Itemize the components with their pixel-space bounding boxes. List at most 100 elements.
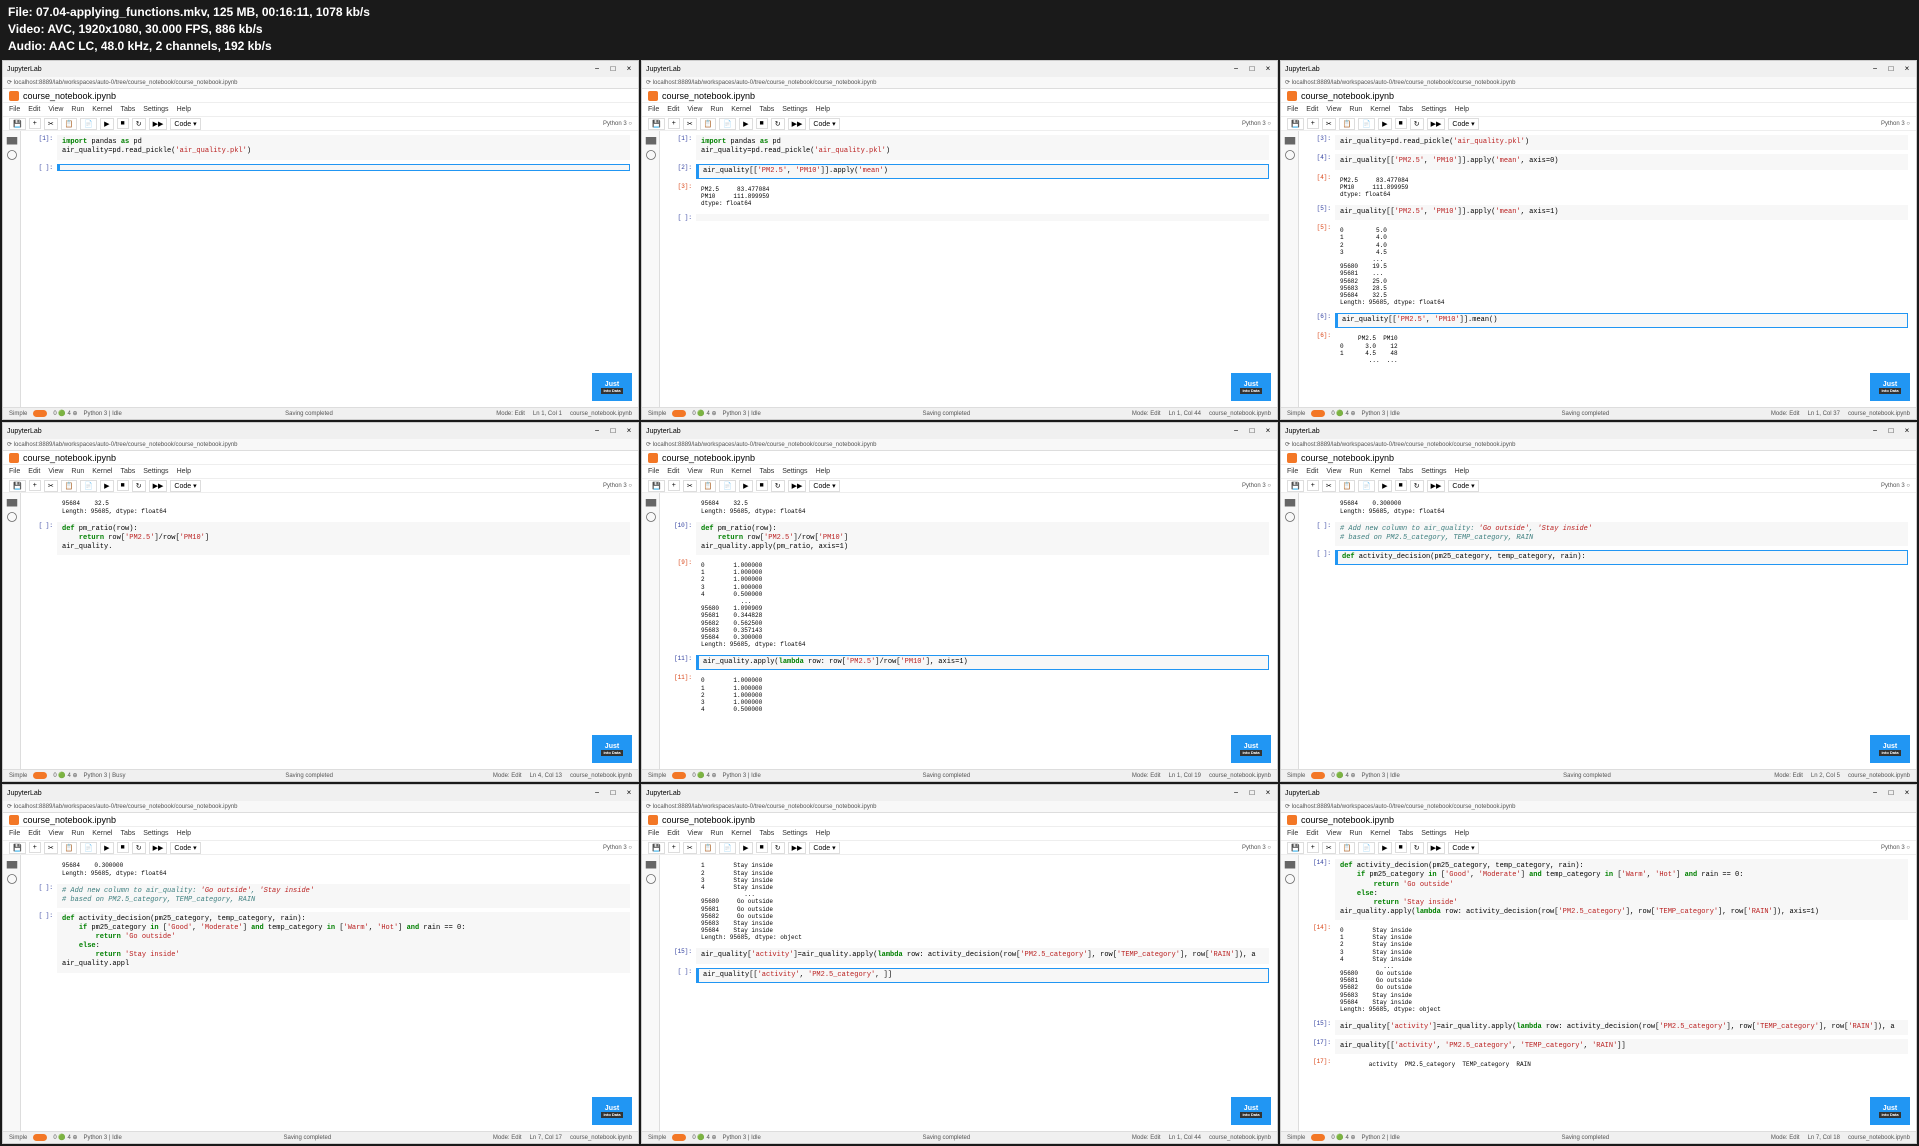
notebook-content[interactable]: [1]: import pandas as pdair_quality=pd.r… bbox=[660, 131, 1277, 407]
run-button[interactable]: ▶ bbox=[1378, 118, 1391, 130]
restart-button[interactable]: ↻ bbox=[771, 480, 785, 492]
cell-body[interactable]: air_quality['activity']=air_quality.appl… bbox=[696, 948, 1269, 963]
code-line[interactable]: return 'Stay inside' bbox=[62, 951, 625, 960]
notebook-name[interactable]: course_notebook.ipynb bbox=[662, 91, 755, 101]
code-line[interactable]: # based on PM2.5_category, TEMP_category… bbox=[62, 896, 625, 905]
menu-file[interactable]: File bbox=[9, 468, 20, 475]
cell-body[interactable]: air_quality=pd.read_pickle('air_quality.… bbox=[1335, 135, 1908, 150]
paste-button[interactable]: 📄 bbox=[719, 480, 736, 492]
cut-button[interactable]: ✂ bbox=[44, 842, 58, 854]
close-button[interactable]: × bbox=[1263, 426, 1273, 436]
folder-icon[interactable] bbox=[6, 496, 18, 508]
running-icon[interactable] bbox=[645, 149, 657, 161]
run-button[interactable]: ▶ bbox=[739, 842, 752, 854]
menu-settings[interactable]: Settings bbox=[782, 468, 807, 475]
menu-tabs[interactable]: Tabs bbox=[1398, 830, 1413, 837]
kernel-indicator[interactable]: Python 3 ○ bbox=[1242, 121, 1271, 127]
save-button[interactable]: 💾 bbox=[1287, 842, 1304, 854]
stop-button[interactable]: ■ bbox=[1395, 480, 1407, 491]
code-line[interactable]: air_quality. bbox=[62, 543, 625, 552]
code-line[interactable]: if pm25_category in ['Good', 'Moderate']… bbox=[1340, 871, 1903, 880]
close-button[interactable]: × bbox=[624, 64, 634, 74]
kernel-indicator[interactable]: Python 3 ○ bbox=[603, 483, 632, 489]
copy-button[interactable]: 📋 bbox=[700, 480, 717, 492]
cell-type-select[interactable]: Code ▾ bbox=[1448, 118, 1478, 130]
notebook-name[interactable]: course_notebook.ipynb bbox=[662, 815, 755, 825]
cell-body[interactable]: air_quality[['PM2.5', 'PM10']].apply('me… bbox=[1335, 205, 1908, 220]
menu-edit[interactable]: Edit bbox=[667, 106, 679, 113]
menu-tabs[interactable]: Tabs bbox=[120, 830, 135, 837]
paste-button[interactable]: 📄 bbox=[1358, 842, 1375, 854]
close-button[interactable]: × bbox=[1902, 788, 1912, 798]
save-button[interactable]: 💾 bbox=[648, 842, 665, 854]
restart-button[interactable]: ↻ bbox=[1410, 480, 1424, 492]
menu-help[interactable]: Help bbox=[816, 468, 830, 475]
menu-edit[interactable]: Edit bbox=[28, 106, 40, 113]
cell-body[interactable]: air_quality[['activity', 'PM2.5_category… bbox=[696, 968, 1269, 983]
save-button[interactable]: 💾 bbox=[1287, 480, 1304, 492]
menu-help[interactable]: Help bbox=[1455, 468, 1469, 475]
code-line[interactable]: return 'Stay inside' bbox=[1340, 899, 1903, 908]
menu-file[interactable]: File bbox=[1287, 468, 1298, 475]
cell-body[interactable]: air_quality['activity']=air_quality.appl… bbox=[1335, 1020, 1908, 1035]
add-cell-button[interactable]: + bbox=[668, 118, 680, 129]
menu-run[interactable]: Run bbox=[710, 106, 723, 113]
cell-type-select[interactable]: Code ▾ bbox=[809, 118, 839, 130]
copy-button[interactable]: 📋 bbox=[1339, 118, 1356, 130]
cut-button[interactable]: ✂ bbox=[1322, 118, 1336, 130]
cell-body[interactable]: import pandas as pdair_quality=pd.read_p… bbox=[57, 135, 630, 159]
run-all-button[interactable]: ▶▶ bbox=[1427, 480, 1446, 492]
address-bar[interactable]: ⟳ localhost:8889/lab/workspaces/auto-0/t… bbox=[3, 439, 638, 451]
kernel-indicator[interactable]: Python 3 ○ bbox=[1881, 121, 1910, 127]
restart-button[interactable]: ↻ bbox=[771, 118, 785, 130]
menu-tabs[interactable]: Tabs bbox=[759, 468, 774, 475]
save-button[interactable]: 💾 bbox=[1287, 118, 1304, 130]
kernel-indicator[interactable]: Python 3 ○ bbox=[603, 845, 632, 851]
menu-settings[interactable]: Settings bbox=[143, 830, 168, 837]
menu-run[interactable]: Run bbox=[1349, 468, 1362, 475]
cell-body[interactable]: air_quality[['PM2.5', 'PM10']].apply('me… bbox=[696, 164, 1269, 179]
cut-button[interactable]: ✂ bbox=[683, 118, 697, 130]
paste-button[interactable]: 📄 bbox=[1358, 118, 1375, 130]
menu-edit[interactable]: Edit bbox=[1306, 468, 1318, 475]
run-button[interactable]: ▶ bbox=[739, 480, 752, 492]
minimize-button[interactable]: − bbox=[592, 788, 602, 798]
menu-run[interactable]: Run bbox=[1349, 830, 1362, 837]
cut-button[interactable]: ✂ bbox=[44, 480, 58, 492]
code-line[interactable]: return row['PM2.5']/row['PM10'] bbox=[62, 534, 625, 543]
menu-run[interactable]: Run bbox=[710, 468, 723, 475]
copy-button[interactable]: 📋 bbox=[1339, 480, 1356, 492]
simple-toggle[interactable] bbox=[33, 772, 47, 779]
simple-toggle[interactable] bbox=[1311, 1134, 1325, 1141]
code-line[interactable]: air_quality[['activity', 'PM2.5_category… bbox=[1340, 1042, 1903, 1051]
menu-edit[interactable]: Edit bbox=[28, 830, 40, 837]
menu-file[interactable]: File bbox=[9, 830, 20, 837]
save-button[interactable]: 💾 bbox=[9, 480, 26, 492]
running-icon[interactable] bbox=[645, 511, 657, 523]
minimize-button[interactable]: − bbox=[1870, 788, 1880, 798]
cut-button[interactable]: ✂ bbox=[1322, 842, 1336, 854]
notebook-content[interactable]: 95684 32.5Length: 95685, dtype: float64 … bbox=[660, 493, 1277, 769]
menu-help[interactable]: Help bbox=[1455, 830, 1469, 837]
run-all-button[interactable]: ▶▶ bbox=[149, 118, 168, 130]
code-line[interactable]: air_quality[['activity', 'PM2.5_category… bbox=[703, 971, 1264, 980]
menu-run[interactable]: Run bbox=[71, 106, 84, 113]
notebook-content[interactable]: [1]: import pandas as pdair_quality=pd.r… bbox=[21, 131, 638, 407]
code-line[interactable]: air_quality[['PM2.5', 'PM10']].apply('me… bbox=[703, 167, 1264, 176]
cut-button[interactable]: ✂ bbox=[683, 842, 697, 854]
copy-button[interactable]: 📋 bbox=[700, 842, 717, 854]
folder-icon[interactable] bbox=[645, 496, 657, 508]
code-line[interactable]: air_quality=pd.read_pickle('air_quality.… bbox=[1340, 138, 1903, 147]
paste-button[interactable]: 📄 bbox=[719, 842, 736, 854]
cell-body[interactable]: import pandas as pdair_quality=pd.read_p… bbox=[696, 135, 1269, 159]
folder-icon[interactable] bbox=[6, 858, 18, 870]
code-line[interactable]: # Add new column to air_quality: 'Go out… bbox=[62, 887, 625, 896]
menu-edit[interactable]: Edit bbox=[667, 468, 679, 475]
menu-file[interactable]: File bbox=[648, 106, 659, 113]
menu-kernel[interactable]: Kernel bbox=[731, 106, 751, 113]
menu-help[interactable]: Help bbox=[177, 106, 191, 113]
run-button[interactable]: ▶ bbox=[1378, 480, 1391, 492]
copy-button[interactable]: 📋 bbox=[61, 480, 78, 492]
simple-toggle[interactable] bbox=[33, 410, 47, 417]
menu-settings[interactable]: Settings bbox=[143, 106, 168, 113]
